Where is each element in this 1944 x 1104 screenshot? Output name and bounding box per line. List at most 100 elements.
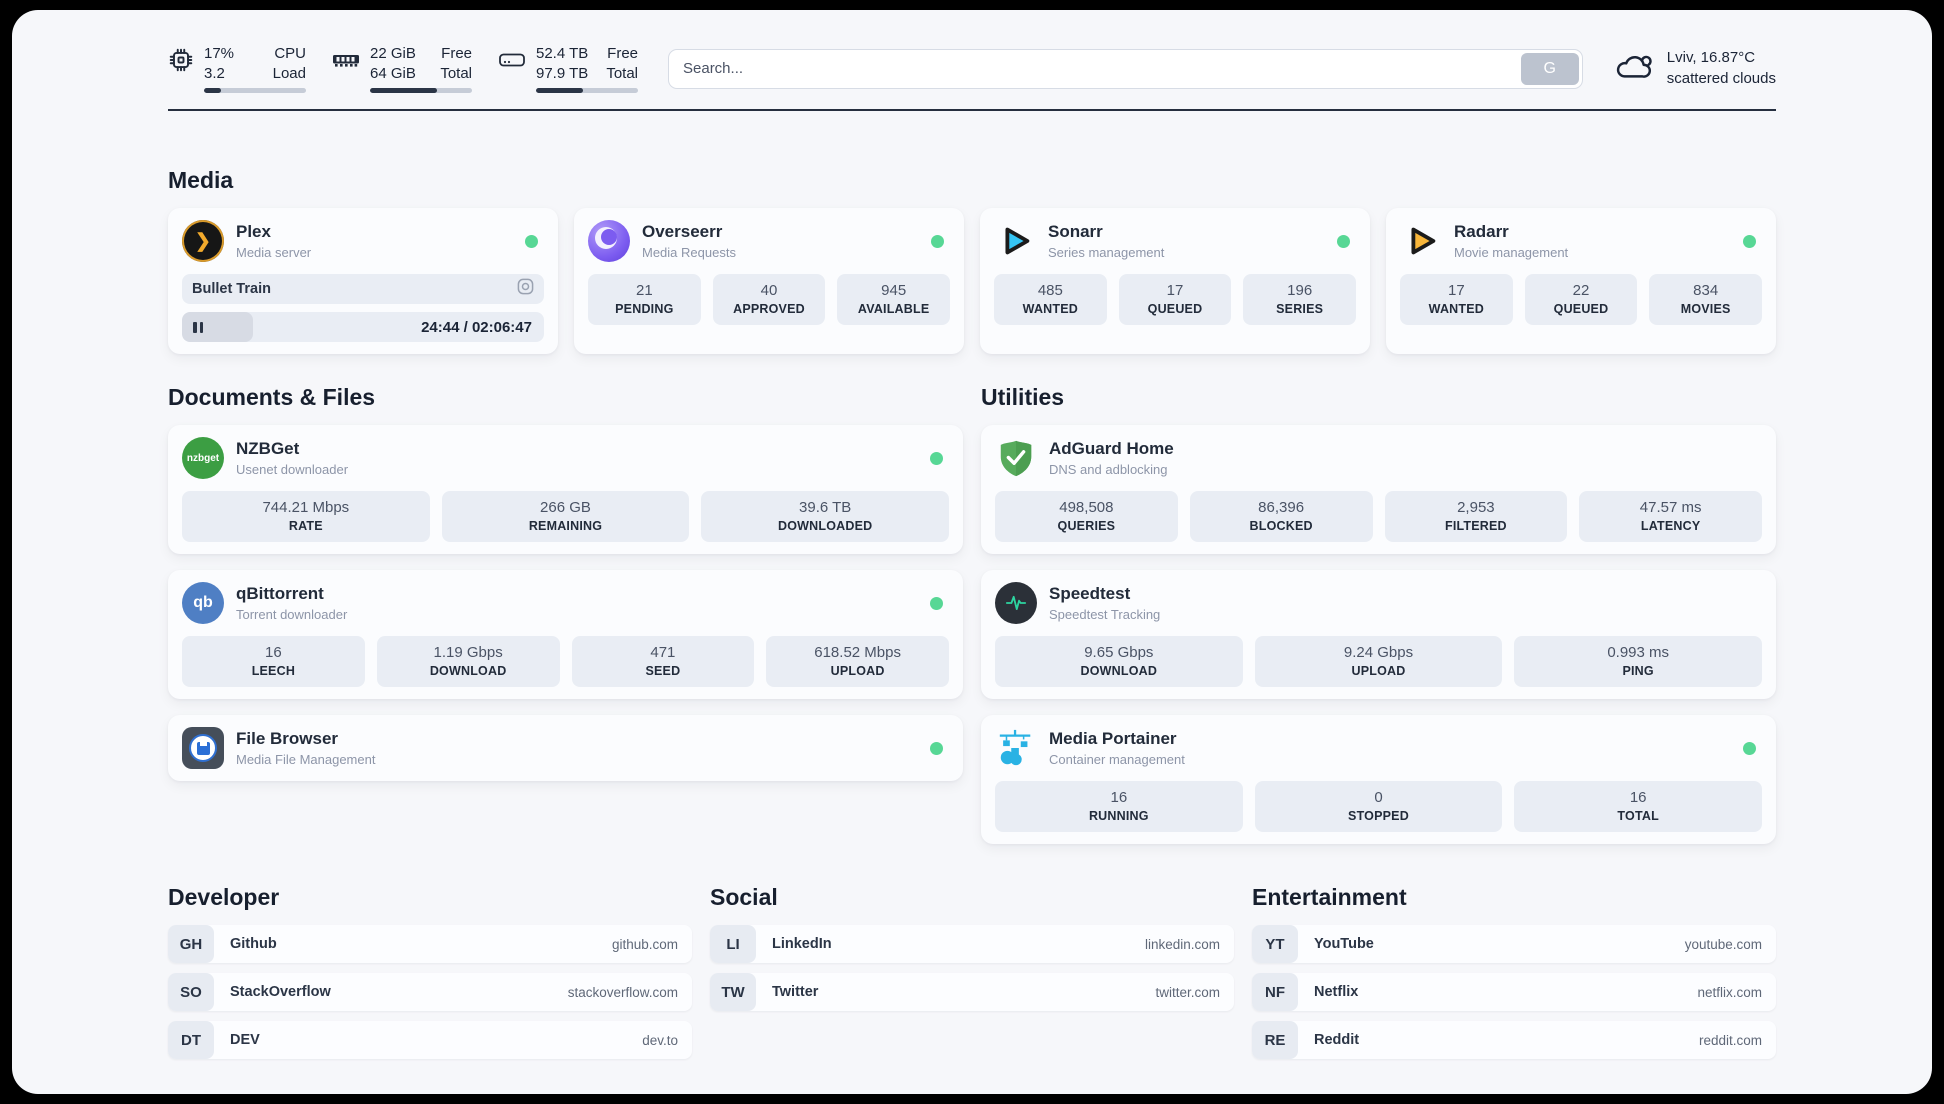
now-playing-title: Bullet Train (192, 281, 271, 297)
search-engine-button[interactable]: G (1520, 52, 1579, 85)
ram-total-label: Total (440, 64, 472, 82)
stat-tile: 16 RUNNING (995, 781, 1243, 832)
app-card-nzbget[interactable]: nzbget NZBGet Usenet downloader 744.21 M… (168, 425, 963, 554)
bookmark-abbr: SO (168, 973, 214, 1011)
bookmark-abbr: GH (168, 925, 214, 963)
bookmark-domain: youtube.com (1684, 936, 1762, 952)
bookmark-abbr: DT (168, 1021, 214, 1059)
bookmark-domain: stackoverflow.com (567, 984, 678, 1000)
bookmark-netflix[interactable]: NF Netflix netflix.com (1252, 973, 1776, 1011)
app-card-filebrowser[interactable]: File Browser Media File Management (168, 715, 963, 781)
stat-tile: 0.993 ms PING (1514, 636, 1762, 687)
disk-icon (498, 44, 526, 78)
section-title-utilities: Utilities (981, 384, 1065, 410)
bookmark-abbr: RE (1252, 1021, 1298, 1059)
stat-tile: 16 LEECH (182, 636, 365, 687)
playback-progress-bar: 24:44 / 02:06:47 (182, 312, 544, 342)
app-title: NZBGet (236, 439, 300, 458)
app-subtitle: Media File Management (236, 752, 376, 767)
app-subtitle: Speedtest Tracking (1049, 607, 1161, 622)
playback-time: 24:44 / 02:06:47 (421, 318, 532, 336)
bookmark-name: Reddit (1314, 1032, 1360, 1048)
stat-tile: 0 STOPPED (1254, 781, 1503, 832)
status-online-dot (1743, 234, 1756, 248)
app-card-plex[interactable]: ❯ Plex Media server Bullet Train 24:44 /… (168, 208, 558, 354)
app-subtitle: Movie management (1454, 245, 1569, 260)
stat-tile: 1.19 Gbps DOWNLOAD (376, 636, 560, 687)
app-subtitle: Torrent downloader (236, 607, 348, 622)
app-card-radarr[interactable]: Radarr Movie management 17 WANTED 22 QUEUE… (1386, 208, 1776, 354)
bookmark-domain: dev.to (642, 1032, 678, 1048)
stat-tile: 266 GB REMAINING (441, 491, 690, 542)
now-playing-session-icon (517, 278, 534, 300)
bookmark-group-entertainment: Entertainment YT YouTube youtube.com NF … (1252, 884, 1776, 1059)
bookmark-abbr: NF (1252, 973, 1298, 1011)
stat-tile: 21 PENDING (588, 274, 701, 325)
app-card-qbittorrent[interactable]: qb qBittorrent Torrent downloader 16 LEEC… (168, 570, 963, 699)
app-card-sonarr[interactable]: Sonarr Series management 485 WANTED 17 QUE… (980, 208, 1370, 354)
bookmark-domain: netflix.com (1697, 984, 1762, 1000)
stat-tile: 9.65 Gbps DOWNLOAD (995, 636, 1243, 687)
bookmark-youtube[interactable]: YT YouTube youtube.com (1252, 925, 1776, 963)
overseerr-icon (588, 220, 630, 262)
app-card-speedtest[interactable]: Speedtest Speedtest Tracking 9.65 Gbps DO… (981, 570, 1776, 699)
stat-tile: 945 AVAILABLE (837, 274, 950, 325)
stat-tile: 196 SERIES (1243, 274, 1356, 325)
disk-total-label: Total (606, 64, 638, 82)
bookmark-twitter[interactable]: TW Twitter twitter.com (710, 973, 1234, 1011)
app-title: qBittorrent (236, 584, 324, 603)
ram-total-value: 64 GiB (370, 64, 416, 82)
bookmark-abbr: TW (710, 973, 756, 1011)
app-title: Overseerr (642, 222, 723, 241)
ram-icon (332, 44, 360, 78)
bookmark-name: Twitter (772, 984, 819, 1000)
bookmark-reddit[interactable]: RE Reddit reddit.com (1252, 1021, 1776, 1059)
app-card-overseerr[interactable]: Overseerr Media Requests 21 PENDING 40 APP… (574, 208, 964, 354)
qbittorrent-icon: qb (182, 582, 224, 624)
app-subtitle: DNS and adblocking (1049, 462, 1168, 477)
status-online-dot (931, 234, 944, 248)
stat-tile: 498,508 QUERIES (995, 491, 1178, 542)
app-subtitle: Container management (1049, 752, 1185, 767)
app-title: Radarr (1454, 222, 1509, 241)
adguard-icon (995, 437, 1037, 479)
bookmark-domain: github.com (611, 936, 678, 952)
bookmark-domain: linkedin.com (1144, 936, 1220, 952)
top-bar: 17% 3.2 CPU Load 22 GiB 64 GiB Free Tota… (168, 10, 1776, 93)
system-stats: 17% 3.2 CPU Load 22 GiB 64 GiB Free Tota… (168, 44, 638, 93)
scattered-clouds-icon (1613, 49, 1655, 88)
ram-progress-bar (370, 88, 472, 93)
disk-progress-bar (536, 88, 638, 93)
app-subtitle: Usenet downloader (236, 462, 349, 477)
status-online-dot (930, 596, 943, 610)
speedtest-icon (995, 582, 1037, 624)
app-subtitle: Media Requests (642, 245, 736, 260)
bookmark-linkedin[interactable]: LI LinkedIn linkedin.com (710, 925, 1234, 963)
app-subtitle: Media server (236, 245, 312, 260)
app-title: Speedtest (1049, 584, 1131, 603)
app-card-adguard[interactable]: AdGuard Home DNS and adblocking 498,508 Q… (981, 425, 1776, 554)
now-playing-row: Bullet Train (182, 274, 544, 304)
app-card-portainer[interactable]: Media Portainer Container management 16 R… (981, 715, 1776, 844)
cpu-usage-value: 17% (204, 45, 235, 62)
bookmark-github[interactable]: GH Github github.com (168, 925, 692, 963)
cpu-usage-label: CPU (274, 45, 306, 62)
stat-tile: 17 WANTED (1400, 274, 1513, 325)
disk-free-label: Free (607, 45, 638, 62)
search-input[interactable] (668, 48, 1583, 89)
app-subtitle: Series management (1048, 245, 1165, 260)
weather-widget[interactable]: Lviv, 16.87°C scattered clouds (1613, 48, 1776, 89)
disk-stat: 52.4 TB 97.9 TB Free Total (498, 44, 638, 93)
app-title: Media Portainer (1049, 729, 1177, 748)
bookmark-group-developer: Developer GH Github github.com SO StackO… (168, 884, 692, 1059)
stat-tile: 47.57 ms LATENCY (1579, 491, 1762, 542)
stat-tile: 16 TOTAL (1514, 781, 1762, 832)
bookmark-name: Github (230, 936, 277, 952)
dashboard: 17% 3.2 CPU Load 22 GiB 64 GiB Free Tota… (12, 10, 1932, 1094)
status-online-dot (930, 451, 943, 465)
cpu-icon (168, 44, 194, 78)
bookmark-dev[interactable]: DT DEV dev.to (168, 1021, 692, 1059)
disk-free-value: 52.4 TB (536, 45, 589, 62)
bookmark-stackoverflow[interactable]: SO StackOverflow stackoverflow.com (168, 973, 692, 1011)
weather-condition: scattered clouds (1666, 69, 1776, 87)
